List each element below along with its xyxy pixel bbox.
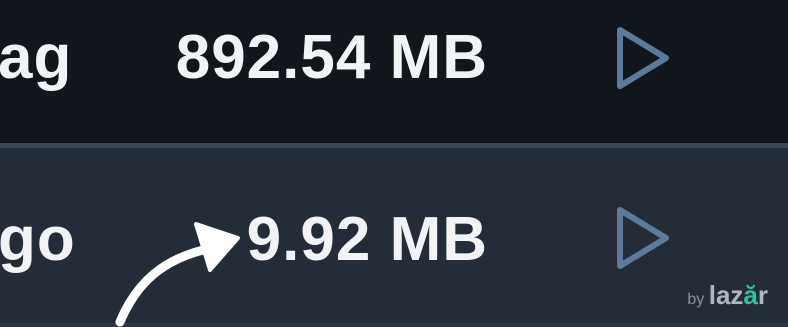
play-icon[interactable] <box>612 24 674 92</box>
file-name: go <box>0 205 76 274</box>
file-size: 9.92 MB <box>246 205 488 274</box>
watermark-brand-accent: ă <box>743 280 758 310</box>
file-list: ag 892.54 MB go 9.92 MB by lazăr <box>0 0 788 327</box>
watermark-prefix: by <box>687 291 705 308</box>
watermark: by lazăr <box>687 280 768 311</box>
play-icon[interactable] <box>612 204 674 272</box>
curved-arrow-icon <box>115 222 240 327</box>
file-name: ag <box>0 23 73 92</box>
file-size: 892.54 MB <box>175 23 488 92</box>
file-row[interactable]: ag 892.54 MB <box>0 0 788 143</box>
watermark-brand: lazăr <box>709 280 768 310</box>
watermark-brand-end: r <box>757 280 768 310</box>
watermark-brand-start: laz <box>708 280 744 310</box>
